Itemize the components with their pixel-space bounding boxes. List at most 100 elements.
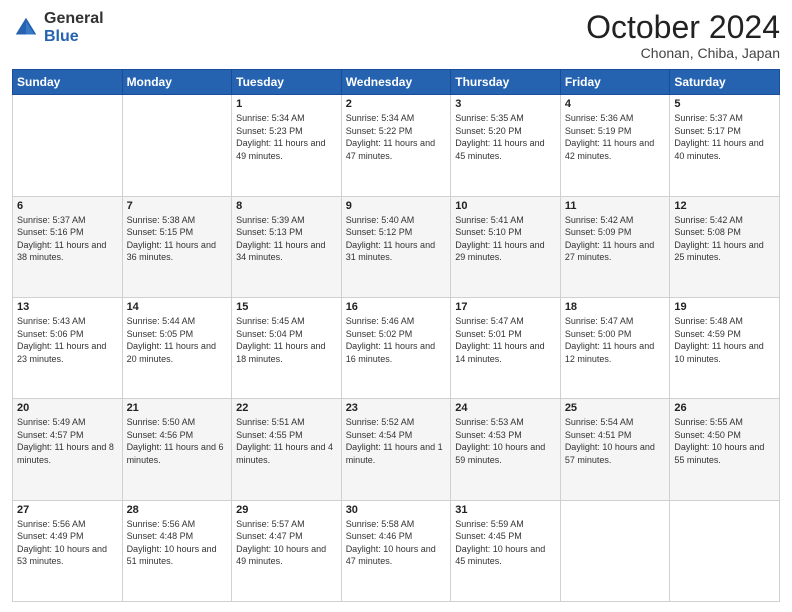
day-cell: 23 Sunrise: 5:52 AM Sunset: 4:54 PM Dayli… (341, 399, 451, 500)
day-info: Sunrise: 5:40 AM Sunset: 5:12 PM Dayligh… (346, 214, 447, 264)
day-info: Sunrise: 5:59 AM Sunset: 4:45 PM Dayligh… (455, 518, 556, 568)
day-info: Sunrise: 5:44 AM Sunset: 5:05 PM Dayligh… (127, 315, 228, 365)
day-info: Sunrise: 5:37 AM Sunset: 5:17 PM Dayligh… (674, 112, 775, 162)
location: Chonan, Chiba, Japan (586, 45, 780, 61)
day-cell: 19 Sunrise: 5:48 AM Sunset: 4:59 PM Dayli… (670, 297, 780, 398)
day-cell (670, 500, 780, 601)
day-number: 13 (17, 301, 118, 313)
day-info: Sunrise: 5:56 AM Sunset: 4:48 PM Dayligh… (127, 518, 228, 568)
day-cell: 16 Sunrise: 5:46 AM Sunset: 5:02 PM Dayli… (341, 297, 451, 398)
week-row-1: 1 Sunrise: 5:34 AM Sunset: 5:23 PM Daylig… (13, 95, 780, 196)
title-block: October 2024 Chonan, Chiba, Japan (586, 10, 780, 61)
day-number: 30 (346, 504, 447, 516)
day-info: Sunrise: 5:56 AM Sunset: 4:49 PM Dayligh… (17, 518, 118, 568)
day-info: Sunrise: 5:37 AM Sunset: 5:16 PM Dayligh… (17, 214, 118, 264)
day-cell (122, 95, 232, 196)
day-info: Sunrise: 5:35 AM Sunset: 5:20 PM Dayligh… (455, 112, 556, 162)
day-cell: 25 Sunrise: 5:54 AM Sunset: 4:51 PM Dayli… (560, 399, 670, 500)
day-number: 24 (455, 402, 556, 414)
day-cell (13, 95, 123, 196)
logo-blue: Blue (44, 28, 104, 46)
day-cell: 17Sunrise: 5:47 AM Sunset: 5:01 PM Dayli… (451, 297, 561, 398)
day-number: 12 (674, 200, 775, 212)
day-info: Sunrise: 5:49 AM Sunset: 4:57 PM Dayligh… (17, 416, 118, 466)
logo: General Blue (12, 10, 104, 45)
day-number: 4 (565, 98, 666, 110)
logo-general: General (44, 10, 104, 28)
weekday-header-row: SundayMondayTuesdayWednesdayThursdayFrid… (13, 70, 780, 95)
day-info: Sunrise: 5:41 AM Sunset: 5:10 PM Dayligh… (455, 214, 556, 264)
day-number: 9 (346, 200, 447, 212)
day-info: Sunrise: 5:42 AM Sunset: 5:09 PM Dayligh… (565, 214, 666, 264)
day-info: Sunrise: 5:42 AM Sunset: 5:08 PM Dayligh… (674, 214, 775, 264)
day-info: Sunrise: 5:45 AM Sunset: 5:04 PM Dayligh… (236, 315, 337, 365)
day-cell: 7Sunrise: 5:38 AM Sunset: 5:15 PM Daylig… (122, 196, 232, 297)
header: General Blue October 2024 Chonan, Chiba,… (12, 10, 780, 61)
day-cell: 22 Sunrise: 5:51 AM Sunset: 4:55 PM Dayli… (232, 399, 342, 500)
page: General Blue October 2024 Chonan, Chiba,… (0, 0, 792, 612)
day-info: Sunrise: 5:51 AM Sunset: 4:55 PM Dayligh… (236, 416, 337, 466)
day-cell: 31 Sunrise: 5:59 AM Sunset: 4:45 PM Dayli… (451, 500, 561, 601)
day-number: 1 (236, 98, 337, 110)
day-cell: 20 Sunrise: 5:49 AM Sunset: 4:57 PM Dayli… (13, 399, 123, 500)
day-number: 8 (236, 200, 337, 212)
day-number: 15 (236, 301, 337, 313)
day-number: 26 (674, 402, 775, 414)
day-cell: 24 Sunrise: 5:53 AM Sunset: 4:53 PM Dayli… (451, 399, 561, 500)
day-cell: 30 Sunrise: 5:58 AM Sunset: 4:46 PM Dayli… (341, 500, 451, 601)
day-number: 14 (127, 301, 228, 313)
day-cell: 9 Sunrise: 5:40 AM Sunset: 5:12 PM Daylig… (341, 196, 451, 297)
day-cell: 28 Sunrise: 5:56 AM Sunset: 4:48 PM Dayli… (122, 500, 232, 601)
day-number: 17 (455, 301, 556, 313)
day-cell: 2 Sunrise: 5:34 AM Sunset: 5:22 PM Daylig… (341, 95, 451, 196)
day-cell: 14 Sunrise: 5:44 AM Sunset: 5:05 PM Dayli… (122, 297, 232, 398)
day-number: 5 (674, 98, 775, 110)
day-info: Sunrise: 5:38 AM Sunset: 5:15 PM Dayligh… (127, 214, 228, 264)
day-number: 23 (346, 402, 447, 414)
day-info: Sunrise: 5:43 AM Sunset: 5:06 PM Dayligh… (17, 315, 118, 365)
day-number: 19 (674, 301, 775, 313)
day-info: Sunrise: 5:39 AM Sunset: 5:13 PM Dayligh… (236, 214, 337, 264)
day-info: Sunrise: 5:52 AM Sunset: 4:54 PM Dayligh… (346, 416, 447, 466)
day-number: 2 (346, 98, 447, 110)
day-info: Sunrise: 5:54 AM Sunset: 4:51 PM Dayligh… (565, 416, 666, 466)
day-info: Sunrise: 5:34 AM Sunset: 5:23 PM Dayligh… (236, 112, 337, 162)
weekday-header-friday: Friday (560, 70, 670, 95)
day-number: 6 (17, 200, 118, 212)
day-number: 10 (455, 200, 556, 212)
month-title: October 2024 (586, 10, 780, 45)
day-number: 27 (17, 504, 118, 516)
day-info: Sunrise: 5:47 AM Sunset: 5:00 PM Dayligh… (565, 315, 666, 365)
calendar: SundayMondayTuesdayWednesdayThursdayFrid… (12, 69, 780, 602)
day-cell: 13 Sunrise: 5:43 AM Sunset: 5:06 PM Dayli… (13, 297, 123, 398)
day-number: 25 (565, 402, 666, 414)
day-cell: 11Sunrise: 5:42 AM Sunset: 5:09 PM Dayli… (560, 196, 670, 297)
day-cell: 12 Sunrise: 5:42 AM Sunset: 5:08 PM Dayli… (670, 196, 780, 297)
day-number: 31 (455, 504, 556, 516)
day-info: Sunrise: 5:34 AM Sunset: 5:22 PM Dayligh… (346, 112, 447, 162)
day-info: Sunrise: 5:57 AM Sunset: 4:47 PM Dayligh… (236, 518, 337, 568)
day-info: Sunrise: 5:46 AM Sunset: 5:02 PM Dayligh… (346, 315, 447, 365)
day-info: Sunrise: 5:48 AM Sunset: 4:59 PM Dayligh… (674, 315, 775, 365)
logo-text: General Blue (44, 10, 104, 45)
day-info: Sunrise: 5:58 AM Sunset: 4:46 PM Dayligh… (346, 518, 447, 568)
day-number: 20 (17, 402, 118, 414)
logo-icon (12, 14, 40, 42)
day-number: 29 (236, 504, 337, 516)
day-number: 16 (346, 301, 447, 313)
day-cell: 5 Sunrise: 5:37 AM Sunset: 5:17 PM Daylig… (670, 95, 780, 196)
week-row-4: 20 Sunrise: 5:49 AM Sunset: 4:57 PM Dayli… (13, 399, 780, 500)
day-number: 28 (127, 504, 228, 516)
day-number: 3 (455, 98, 556, 110)
day-cell: 29 Sunrise: 5:57 AM Sunset: 4:47 PM Dayli… (232, 500, 342, 601)
day-info: Sunrise: 5:53 AM Sunset: 4:53 PM Dayligh… (455, 416, 556, 466)
day-info: Sunrise: 5:55 AM Sunset: 4:50 PM Dayligh… (674, 416, 775, 466)
weekday-header-tuesday: Tuesday (232, 70, 342, 95)
day-number: 22 (236, 402, 337, 414)
day-cell: 1 Sunrise: 5:34 AM Sunset: 5:23 PM Daylig… (232, 95, 342, 196)
day-cell: 18 Sunrise: 5:47 AM Sunset: 5:00 PM Dayli… (560, 297, 670, 398)
day-cell (560, 500, 670, 601)
week-row-3: 13 Sunrise: 5:43 AM Sunset: 5:06 PM Dayli… (13, 297, 780, 398)
day-number: 18 (565, 301, 666, 313)
week-row-2: 6 Sunrise: 5:37 AM Sunset: 5:16 PM Daylig… (13, 196, 780, 297)
